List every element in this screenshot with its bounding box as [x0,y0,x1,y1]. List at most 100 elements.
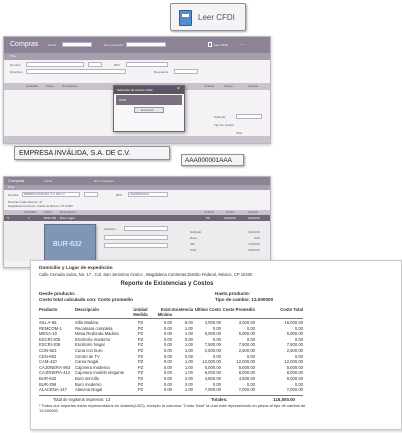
dialog-header: Selección de archivo CFDI × [114,86,184,94]
descuento-label: Descuento [154,70,169,74]
window-title: Compras [10,41,39,48]
detail-field-b[interactable] [104,243,168,248]
window-title-2: Compras [8,179,25,183]
row-unidad: PZ [206,216,210,220]
ref-proveedor-input[interactable] [126,42,166,47]
col-cantidad-2: Cantidad [24,210,37,214]
direccion-input[interactable] [26,69,126,74]
rfc-value-2: AAA000001AAA [130,193,150,196]
col-importe: Importe [248,84,259,88]
total-value-2: 4,000.00 [248,248,260,252]
nombre-value-2: EMPRESA INVÁLIDA, S.A. DE C.V. [24,193,66,196]
company-callout-text: EMPRESA INVÁLIDA, S.A. DE C.V. [19,150,131,157]
tab-prov[interactable]: Prov. [10,54,17,58]
col-precio-2: Precio [226,210,235,214]
subtotal-value-2: 4,000.00 [248,230,260,234]
descuento-input[interactable] [174,69,198,74]
rfc-callout: AAA000001AAA [181,154,244,166]
dialog-title: Selección de archivo CFDI [117,88,153,92]
hdr-unidad: Unidad Medida [133,307,148,317]
dialog-close-icon[interactable]: × [177,86,180,92]
cell-exist-min: 0.00 [163,387,172,393]
report-table-header: Producto Descripción Unidad Medida Exist… [39,307,303,319]
tab-prov-2[interactable]: Prov. [8,185,15,189]
cell-ultimo-costo: 7,000.00 [204,387,221,393]
fecha-label: Fecha [48,43,57,47]
address-line-2: Magdalena Contreras, Ciudad de México, C… [8,204,73,208]
examinar-button-label: Examinar [141,108,154,112]
cfdi-dialog: Selección de archivo CFDI × CFDI Examina… [113,85,185,132]
iva-value-2: 1,500.00 [248,242,260,246]
window-header: Compras Fecha Ref. proveedor Leer CFDI ⋯ [4,37,270,53]
cfdi-field-label: CFDI [119,98,126,102]
fecha-input[interactable] [62,42,92,47]
rfc-callout-text: AAA000001AAA [185,157,232,164]
cell-descripcion: Alacena Nogal [75,387,103,393]
hdr-producto: Producto [39,307,58,312]
company-callout: EMPRESA INVÁLIDA, S.A. DE C.V. [14,146,170,160]
hdr-costo-total: Costo Total [280,307,303,312]
hdr-existencia: Existencia [172,307,193,312]
cfdi-file-icon [179,10,192,26]
hdr-descripcion: Descripción [75,307,99,312]
report-desde: Desde producto: [39,291,76,296]
more-icon[interactable]: ⋯ [240,42,245,48]
cell-producto: ALACENA-147 [39,387,67,393]
report-totales-value: 116,500.00 [273,397,295,402]
desc-value-2: 0.00 [254,236,260,240]
footer-bar [4,136,270,143]
iva-label-2: IVA [190,242,195,246]
cell-costo-promedio: 7,000.00 [238,387,255,393]
row-clave: BUR-632 [44,216,57,220]
report-footnote: * Todos sus importes están representados… [39,403,306,413]
folio-callout-text: BUR-632 [53,241,82,248]
nombre-input[interactable] [26,62,84,67]
total-label-2: Total [190,248,197,252]
col-unidad: Unidad [204,84,214,88]
row-edit-icon[interactable]: ✎ [7,216,10,220]
row-descripcion: Buró nogal [60,216,75,220]
report-hasta: Hasta producto: [215,291,251,296]
cell-costo-total: 7,000.00 [286,387,303,393]
report-registros: Total de registros impresos: 13 [53,397,111,402]
almacen-label: Almacén [104,227,116,231]
col-precio: Precio [224,84,233,88]
hdr-costo-promedio: Costo Promedio [222,307,255,312]
row-cantidad: 1 [28,216,30,220]
tipo-cambio-label: Tipo de cambio [214,123,235,127]
nombre-input-2[interactable]: EMPRESA INVÁLIDA, S.A. DE C.V. [22,192,80,197]
col-clave: Clave [46,84,54,88]
nombre-label: Nombre [10,63,21,67]
total-label: Total [236,131,243,135]
report-totales-label: Totales: [211,397,228,402]
nombre-extra-input-2[interactable] [84,192,98,197]
almacen-select[interactable] [124,226,168,231]
examinar-button[interactable]: Examinar [134,107,164,113]
subtotal-label: Subtotal [214,115,226,119]
report-company-title: Domicilio y Lugar de expedición [39,266,113,271]
leer-cfdi-callout[interactable]: Leer CFDI [170,3,246,31]
page-icon[interactable] [208,42,212,47]
report-row: ALACENA-147 Alacena Nogal PZ 0.00 1.00 7,000.… [39,387,303,393]
fecha-label-2: Fecha [44,179,53,183]
report-document: Domicilio y Lugar de expedición Calle Ce… [30,260,402,430]
window-header-2: Compras Fecha Ref. proveedor [4,177,270,185]
nombre-extra-input[interactable] [88,62,102,67]
col-importe-2: Importe [248,210,259,214]
report-title: Reporte de Existencias y Costos [120,281,214,287]
ref-proveedor-label: Ref. proveedor [104,43,124,47]
rfc-label-2: RFC [116,193,123,197]
report-totals-line [39,395,303,396]
detail-field-a[interactable] [104,235,168,240]
col-unidad-2: Unidad [204,210,214,214]
leer-cfdi-toolbar-item[interactable]: Leer CFDI [214,43,228,47]
rfc-input[interactable] [126,62,168,67]
row-importe: 9,000.00 [248,216,260,220]
rfc-label: RFC [114,63,121,67]
tab-strip-2: Prov. [4,185,270,190]
subtotal-input [236,114,262,119]
col-descripcion-2: Descripción [60,210,76,214]
cell-unidad: PZ [137,387,144,393]
col-cantidad: Cantidad [26,84,39,88]
rfc-input-2[interactable]: AAA000001AAA [128,192,168,197]
